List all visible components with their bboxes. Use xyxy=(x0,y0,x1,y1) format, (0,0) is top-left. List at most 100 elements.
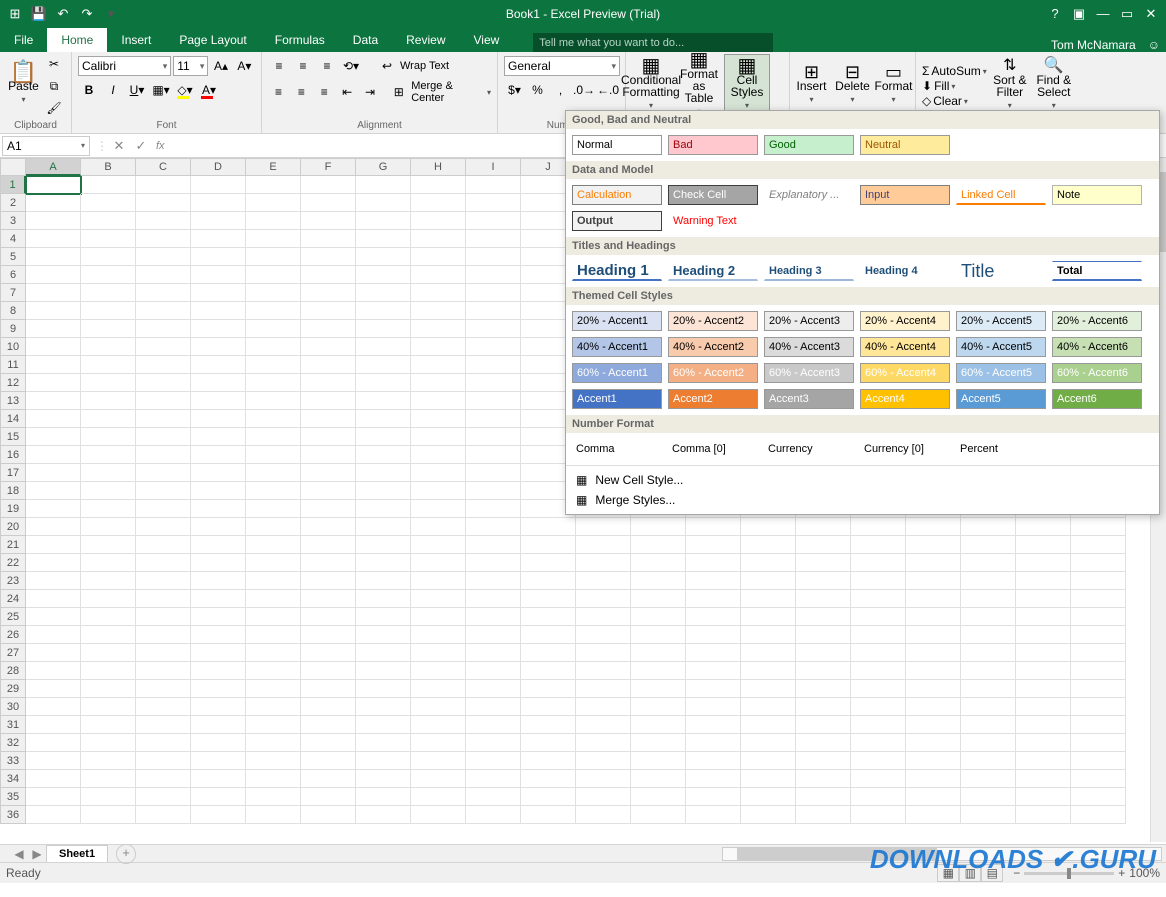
cell[interactable] xyxy=(1016,806,1071,824)
cell[interactable] xyxy=(191,320,246,338)
cell[interactable] xyxy=(686,698,741,716)
cell[interactable] xyxy=(411,698,466,716)
cell[interactable] xyxy=(26,806,81,824)
cell[interactable] xyxy=(191,716,246,734)
row-header[interactable]: 17 xyxy=(0,464,26,482)
cell[interactable] xyxy=(411,212,466,230)
cell[interactable] xyxy=(301,806,356,824)
enter-formula-icon[interactable]: ✓ xyxy=(130,138,152,154)
cell[interactable] xyxy=(741,662,796,680)
align-bottom-icon[interactable]: ≡ xyxy=(316,56,338,76)
cell[interactable] xyxy=(301,716,356,734)
cell[interactable] xyxy=(191,788,246,806)
cell[interactable] xyxy=(81,644,136,662)
cell[interactable] xyxy=(301,338,356,356)
cell[interactable] xyxy=(356,464,411,482)
style-swatch[interactable]: Accent5 xyxy=(956,389,1046,409)
cell[interactable] xyxy=(411,500,466,518)
cell[interactable] xyxy=(26,500,81,518)
style-swatch[interactable]: Linked Cell xyxy=(956,185,1046,205)
style-swatch[interactable]: Good xyxy=(764,135,854,155)
cell[interactable] xyxy=(411,770,466,788)
cell[interactable] xyxy=(26,392,81,410)
cell[interactable] xyxy=(246,194,301,212)
column-header[interactable]: C xyxy=(136,158,191,176)
sheet-nav-prev-icon[interactable]: ◀ xyxy=(10,847,28,861)
cell[interactable] xyxy=(246,806,301,824)
cell[interactable] xyxy=(81,806,136,824)
format-as-table-button[interactable]: ▦Format as Table▾ xyxy=(676,54,722,118)
clear-button[interactable]: ◇Clear▾ xyxy=(922,94,987,108)
cell[interactable] xyxy=(686,572,741,590)
cell[interactable] xyxy=(191,554,246,572)
style-swatch[interactable]: Check Cell xyxy=(668,185,758,205)
cell[interactable] xyxy=(631,626,686,644)
cell[interactable] xyxy=(26,608,81,626)
cell[interactable] xyxy=(356,374,411,392)
name-box[interactable]: A1▾ xyxy=(2,136,90,156)
cell[interactable] xyxy=(631,734,686,752)
cell[interactable] xyxy=(796,608,851,626)
cell[interactable] xyxy=(1016,626,1071,644)
cell[interactable] xyxy=(246,464,301,482)
cell[interactable] xyxy=(356,446,411,464)
cell[interactable] xyxy=(26,752,81,770)
cell[interactable] xyxy=(851,734,906,752)
cell[interactable] xyxy=(411,608,466,626)
cell[interactable] xyxy=(26,410,81,428)
cell[interactable] xyxy=(521,590,576,608)
cell[interactable] xyxy=(741,698,796,716)
cell[interactable] xyxy=(356,608,411,626)
cell[interactable] xyxy=(851,662,906,680)
row-header[interactable]: 10 xyxy=(0,338,26,356)
column-header[interactable]: I xyxy=(466,158,521,176)
cell[interactable] xyxy=(81,248,136,266)
cell[interactable] xyxy=(81,194,136,212)
cell[interactable] xyxy=(1071,752,1126,770)
style-swatch[interactable]: 60% - Accent2 xyxy=(668,363,758,383)
cell[interactable] xyxy=(851,644,906,662)
cell[interactable] xyxy=(686,662,741,680)
cell[interactable] xyxy=(301,266,356,284)
style-swatch[interactable]: 40% - Accent1 xyxy=(572,337,662,357)
cell[interactable] xyxy=(301,734,356,752)
cell[interactable] xyxy=(191,212,246,230)
cell[interactable] xyxy=(136,428,191,446)
select-all-corner[interactable] xyxy=(0,158,26,176)
cell[interactable] xyxy=(301,464,356,482)
font-size-combo[interactable]: 11▾ xyxy=(173,56,208,76)
cell[interactable] xyxy=(851,590,906,608)
style-swatch[interactable]: 20% - Accent1 xyxy=(572,311,662,331)
cut-icon[interactable]: ✂ xyxy=(43,54,65,74)
cell[interactable] xyxy=(906,680,961,698)
cell[interactable] xyxy=(521,662,576,680)
cell[interactable] xyxy=(1071,590,1126,608)
cell[interactable] xyxy=(26,482,81,500)
cell[interactable] xyxy=(1071,518,1126,536)
style-swatch[interactable]: 20% - Accent5 xyxy=(956,311,1046,331)
cell[interactable] xyxy=(796,698,851,716)
cell[interactable] xyxy=(631,662,686,680)
decrease-font-icon[interactable]: A▾ xyxy=(234,56,255,76)
cell[interactable] xyxy=(631,536,686,554)
cell[interactable] xyxy=(1016,698,1071,716)
cell[interactable] xyxy=(246,644,301,662)
merge-styles-button[interactable]: ▦Merge Styles... xyxy=(572,490,1153,510)
align-middle-icon[interactable]: ≡ xyxy=(292,56,314,76)
format-painter-icon[interactable]: 🖌 xyxy=(43,98,65,118)
cell[interactable] xyxy=(411,464,466,482)
cell[interactable] xyxy=(356,266,411,284)
cell[interactable] xyxy=(246,626,301,644)
style-swatch[interactable]: 40% - Accent4 xyxy=(860,337,950,357)
cell[interactable] xyxy=(246,212,301,230)
cell[interactable] xyxy=(961,626,1016,644)
style-swatch[interactable]: Heading 2 xyxy=(668,261,758,281)
style-swatch[interactable]: 60% - Accent4 xyxy=(860,363,950,383)
cell[interactable] xyxy=(521,680,576,698)
cell[interactable] xyxy=(686,806,741,824)
cell[interactable] xyxy=(356,716,411,734)
cell[interactable] xyxy=(466,266,521,284)
cell[interactable] xyxy=(301,680,356,698)
currency-icon[interactable]: $▾ xyxy=(504,80,525,100)
align-center-icon[interactable]: ≡ xyxy=(291,82,312,102)
